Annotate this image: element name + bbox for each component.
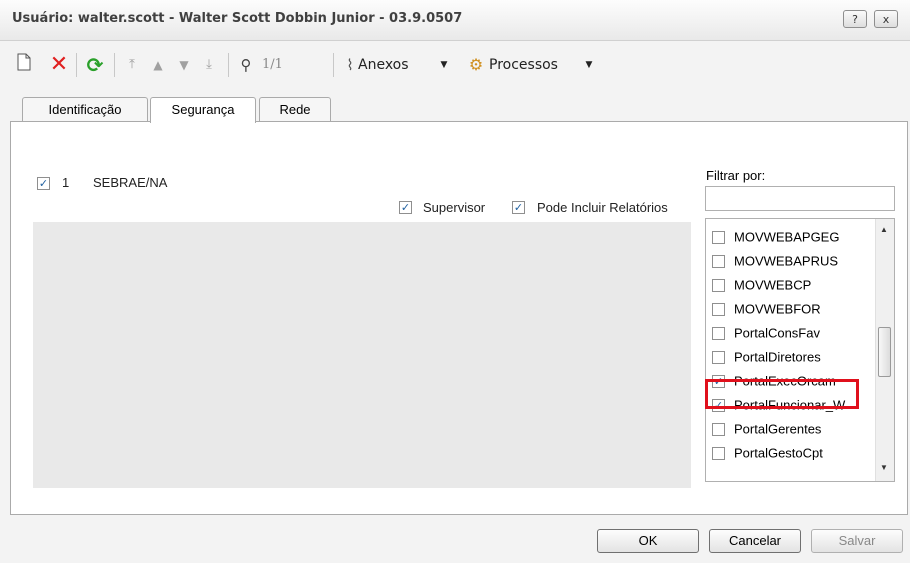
list-item[interactable]: MOVWEBAPGEG bbox=[712, 226, 839, 248]
delete-icon[interactable]: ✕ bbox=[48, 53, 70, 77]
processes-menu[interactable]: Processos bbox=[489, 53, 558, 77]
cancel-button[interactable]: Cancelar bbox=[709, 529, 801, 553]
next-record-icon[interactable]: ▼ bbox=[174, 53, 194, 77]
new-document-icon[interactable] bbox=[14, 53, 34, 77]
list-item[interactable]: MOVWEBFOR bbox=[712, 298, 821, 320]
toolbar-separator bbox=[228, 53, 229, 77]
previous-record-icon[interactable]: ▲ bbox=[148, 53, 168, 77]
tab-identificacao[interactable]: Identificação bbox=[22, 97, 148, 122]
last-record-icon[interactable]: ⤓ bbox=[199, 53, 219, 77]
detail-area bbox=[33, 222, 691, 488]
permission-checkbox[interactable] bbox=[712, 351, 725, 365]
processes-gear-icon[interactable]: ⚙ bbox=[465, 53, 487, 77]
filter-input[interactable] bbox=[705, 186, 895, 211]
chevron-down-icon[interactable]: ▼ bbox=[583, 53, 595, 77]
permission-checkbox[interactable] bbox=[712, 447, 725, 461]
record-counter: 1/1 bbox=[262, 57, 283, 72]
company-name: SEBRAE/NA bbox=[93, 175, 168, 190]
toolbar-separator bbox=[333, 53, 334, 77]
permission-checkbox[interactable] bbox=[712, 327, 725, 341]
binoculars-icon[interactable]: ⚲ bbox=[236, 53, 256, 77]
company-checkbox[interactable]: ✓ bbox=[37, 177, 50, 190]
first-record-icon[interactable]: ⤒ bbox=[122, 53, 142, 77]
list-item[interactable]: PortalGestoCpt bbox=[712, 442, 823, 464]
list-item[interactable]: PortalDiretores bbox=[712, 346, 821, 368]
scroll-thumb[interactable] bbox=[878, 327, 891, 377]
help-button[interactable]: ? bbox=[843, 10, 867, 28]
toolbar: ✕ ⟳ ⤒ ▲ ▼ ⤓ ⚲ 1/1 ⌇ Anexos ▼ ⚙ Processos… bbox=[0, 41, 910, 93]
include-reports-checkbox[interactable]: ✓ bbox=[512, 201, 525, 214]
refresh-icon[interactable]: ⟳ bbox=[84, 53, 106, 77]
paperclip-icon[interactable]: ⌇ bbox=[342, 53, 358, 77]
toolbar-separator bbox=[114, 53, 115, 77]
list-item[interactable]: MOVWEBCP bbox=[712, 274, 811, 296]
scroll-up-icon[interactable]: ▲ bbox=[880, 225, 888, 234]
toolbar-separator bbox=[76, 53, 77, 77]
permissions-list[interactable]: MOVWEBAPGEG MOVWEBAPRUS MOVWEBCP MOVWEBF… bbox=[705, 218, 895, 482]
supervisor-label: Supervisor bbox=[423, 200, 486, 215]
permission-checkbox[interactable] bbox=[712, 231, 725, 245]
permission-checkbox[interactable] bbox=[712, 279, 725, 293]
save-button[interactable]: Salvar bbox=[811, 529, 903, 553]
tab-rede[interactable]: Rede bbox=[259, 97, 331, 122]
ok-button[interactable]: OK bbox=[597, 529, 699, 553]
permission-checkbox[interactable] bbox=[712, 303, 725, 317]
company-number: 1 bbox=[62, 175, 70, 190]
list-item[interactable]: PortalConsFav bbox=[712, 322, 820, 344]
permission-checkbox[interactable] bbox=[712, 423, 725, 437]
scroll-down-icon[interactable]: ▼ bbox=[880, 463, 888, 472]
window-title: Usuário: walter.scott - Walter Scott Dob… bbox=[12, 11, 463, 26]
highlight-box bbox=[705, 379, 859, 409]
include-reports-label: Pode Incluir Relatórios bbox=[537, 200, 668, 215]
list-item[interactable]: MOVWEBAPRUS bbox=[712, 250, 838, 272]
supervisor-checkbox[interactable]: ✓ bbox=[399, 201, 412, 214]
tab-seguranca[interactable]: Segurança bbox=[150, 97, 256, 123]
chevron-down-icon[interactable]: ▼ bbox=[438, 53, 450, 77]
attachments-menu[interactable]: Anexos bbox=[358, 53, 409, 77]
permission-checkbox[interactable] bbox=[712, 255, 725, 269]
close-button[interactable]: x bbox=[874, 10, 898, 28]
title-bar: Usuário: walter.scott - Walter Scott Dob… bbox=[0, 0, 910, 41]
list-item[interactable]: PortalGerentes bbox=[712, 418, 821, 440]
list-scrollbar[interactable]: ▲ ▼ bbox=[875, 219, 894, 481]
filter-label: Filtrar por: bbox=[706, 168, 766, 183]
